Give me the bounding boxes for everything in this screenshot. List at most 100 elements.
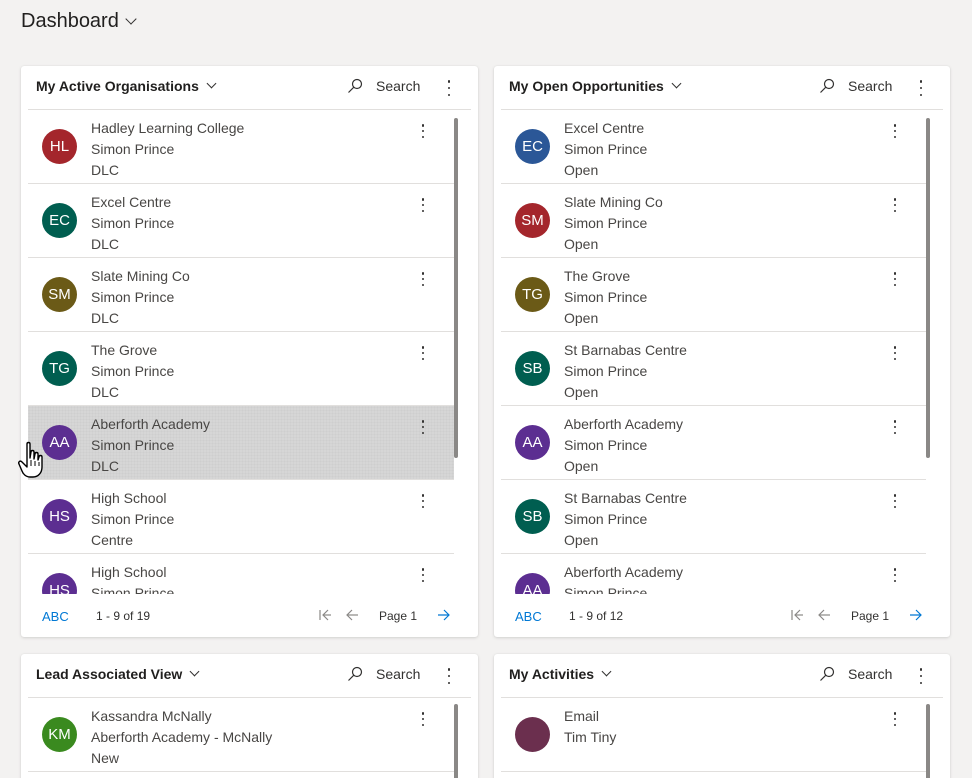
- row-more-icon[interactable]: [420, 346, 426, 360]
- avatar: TG: [42, 351, 77, 386]
- row-more-icon[interactable]: [420, 124, 426, 138]
- search-label: Search: [848, 666, 893, 682]
- alphabet-filter-button[interactable]: ABC: [42, 609, 69, 624]
- record-line1: St Barnabas Centre: [564, 490, 687, 506]
- row-more-icon[interactable]: [892, 568, 898, 582]
- list-item[interactable]: KM Kassandra McNally Aberforth Academy - M…: [28, 698, 454, 772]
- avatar: SM: [42, 277, 77, 312]
- chevron-down-icon[interactable]: [206, 78, 217, 89]
- panel-header: Lead Associated View Search: [28, 654, 471, 698]
- row-more-icon[interactable]: [420, 198, 426, 212]
- scrollbar[interactable]: [454, 118, 458, 458]
- search-button[interactable]: Search: [819, 666, 892, 682]
- list-item[interactable]: SB St Barnabas Centre Simon Prince Open: [501, 332, 926, 406]
- more-options-icon[interactable]: [918, 80, 924, 96]
- scrollbar[interactable]: [926, 704, 930, 778]
- row-more-icon[interactable]: [892, 712, 898, 726]
- avatar: KM: [42, 717, 77, 752]
- chevron-down-icon[interactable]: [125, 12, 137, 25]
- row-more-icon[interactable]: [892, 272, 898, 286]
- view-selector[interactable]: My Active Organisations: [36, 78, 217, 94]
- record-line3: Open: [564, 310, 599, 326]
- list-item[interactable]: SB St Barnabas Centre Simon Prince Open: [501, 480, 926, 554]
- search-button[interactable]: Search: [347, 666, 420, 682]
- record-line3: DLC: [91, 310, 120, 326]
- record-line1: The Grove: [91, 342, 158, 358]
- list-item[interactable]: HS High School Simon Prince Centre: [28, 480, 454, 554]
- more-options-icon[interactable]: [918, 668, 924, 684]
- chevron-down-icon[interactable]: [601, 666, 612, 677]
- row-more-icon[interactable]: [892, 420, 898, 434]
- record-line2: Simon Prince: [564, 585, 648, 594]
- avatar: HS: [42, 573, 77, 594]
- first-page-icon[interactable]: [790, 608, 804, 625]
- search-button[interactable]: Search: [819, 78, 892, 94]
- list-item[interactable]: TG The Grove Simon Prince DLC: [28, 332, 454, 406]
- row-more-icon[interactable]: [420, 568, 426, 582]
- record-line1: Aberforth Academy: [564, 416, 684, 432]
- row-more-icon[interactable]: [892, 198, 898, 212]
- scrollbar[interactable]: [926, 118, 930, 458]
- avatar: [515, 717, 550, 752]
- record-details: Aberforth Academy Simon Prince Open: [564, 414, 683, 477]
- view-selector[interactable]: My Open Opportunities: [509, 78, 682, 94]
- list-item[interactable]: EC Excel Centre Simon Prince DLC: [28, 184, 454, 258]
- first-page-icon[interactable]: [318, 608, 332, 625]
- record-count: 1 - 9 of 12: [569, 609, 624, 623]
- list-item[interactable]: AA Aberforth Academy Simon Prince: [501, 554, 926, 594]
- record-line1: Excel Centre: [91, 194, 172, 210]
- view-selector[interactable]: My Activities: [509, 666, 612, 682]
- list-item[interactable]: Email Tim Tiny: [501, 698, 926, 772]
- record-line1: Excel Centre: [564, 120, 645, 136]
- record-line3: DLC: [91, 162, 120, 178]
- row-more-icon[interactable]: [420, 494, 426, 508]
- search-icon: [347, 78, 363, 94]
- record-line2: Aberforth Academy - McNally: [91, 729, 273, 745]
- page-label: Page 1: [851, 609, 890, 623]
- avatar: EC: [515, 129, 550, 164]
- pager: Page 1: [318, 608, 451, 625]
- next-page-icon[interactable]: [437, 608, 451, 625]
- record-line1: Hadley Learning College: [91, 120, 245, 136]
- previous-page-icon[interactable]: [345, 608, 359, 625]
- row-more-icon[interactable]: [420, 420, 426, 434]
- more-options-icon[interactable]: [446, 668, 452, 684]
- avatar: HL: [42, 129, 77, 164]
- record-line3: DLC: [91, 384, 120, 400]
- record-details: Slate Mining Co Simon Prince Open: [564, 192, 663, 255]
- more-options-icon[interactable]: [446, 80, 452, 96]
- record-line2: Simon Prince: [564, 215, 648, 231]
- scrollbar[interactable]: [454, 704, 458, 778]
- search-button[interactable]: Search: [347, 78, 420, 94]
- row-more-icon[interactable]: [892, 346, 898, 360]
- page-header[interactable]: Dashboard: [21, 8, 137, 34]
- list-item[interactable]: TG The Grove Simon Prince Open: [501, 258, 926, 332]
- alphabet-filter-button[interactable]: ABC: [515, 609, 542, 624]
- row-more-icon[interactable]: [420, 272, 426, 286]
- previous-page-icon[interactable]: [817, 608, 831, 625]
- list-item[interactable]: EC Excel Centre Simon Prince Open: [501, 110, 926, 184]
- record-line1: Kassandra McNally: [91, 708, 212, 724]
- list-item[interactable]: SM Slate Mining Co Simon Prince Open: [501, 184, 926, 258]
- row-more-icon[interactable]: [892, 494, 898, 508]
- list-item[interactable]: AA Aberforth Academy Simon Prince DLC: [28, 406, 454, 480]
- chevron-down-icon[interactable]: [671, 78, 682, 89]
- avatar: TG: [515, 277, 550, 312]
- list-item[interactable]: HS High School Simon Prince: [28, 554, 454, 594]
- record-line3: Open: [564, 532, 599, 548]
- chevron-down-icon[interactable]: [189, 666, 200, 677]
- list-item[interactable]: SM Slate Mining Co Simon Prince DLC: [28, 258, 454, 332]
- view-selector[interactable]: Lead Associated View: [36, 666, 200, 682]
- record-line1: St Barnabas Centre: [564, 342, 687, 358]
- record-line3: Open: [564, 384, 599, 400]
- list-item[interactable]: AA Aberforth Academy Simon Prince Open: [501, 406, 926, 480]
- record-line1: High School: [91, 490, 167, 506]
- panel-title: My Open Opportunities: [509, 78, 664, 94]
- record-details: The Grove Simon Prince DLC: [91, 340, 174, 403]
- list-item[interactable]: HL Hadley Learning College Simon Prince DLC: [28, 110, 454, 184]
- panel-title: My Active Organisations: [36, 78, 199, 94]
- row-more-icon[interactable]: [892, 124, 898, 138]
- record-line2: Simon Prince: [91, 363, 175, 379]
- next-page-icon[interactable]: [909, 608, 923, 625]
- row-more-icon[interactable]: [420, 712, 426, 726]
